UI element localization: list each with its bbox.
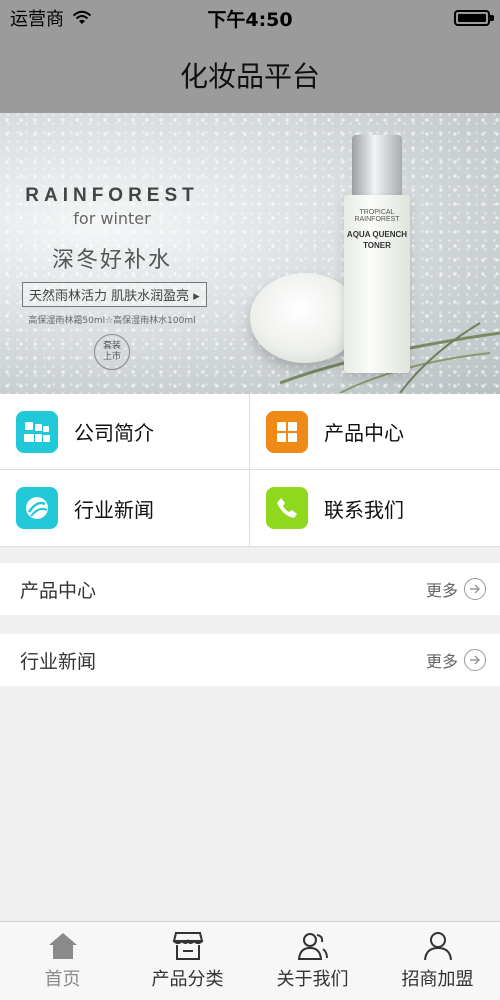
bottle-label-main: AQUA QUENCH TONER: [346, 230, 408, 250]
banner-slogan: 深冬好补水: [51, 248, 172, 273]
menu-item-company[interactable]: 公司简介: [0, 394, 250, 470]
home-icon: [48, 933, 77, 959]
tab-categories[interactable]: 产品分类: [125, 922, 250, 1000]
store-icon: [172, 932, 203, 960]
phone-icon: [266, 487, 308, 529]
tab-home[interactable]: 首页: [0, 922, 125, 1000]
menu-item-news[interactable]: 行业新闻: [0, 470, 250, 546]
tab-bar: 首页 产品分类 关于我们 招商加盟: [0, 921, 500, 1000]
menu-item-products[interactable]: 产品中心: [250, 394, 500, 470]
section-products-title: 产品中心: [20, 579, 97, 602]
tab-about-label: 关于我们: [276, 969, 349, 990]
banner-brand: RAINFOREST: [25, 185, 199, 206]
banner-fineprint: 高保湿雨林霜50ml☆高保湿雨林水100ml: [28, 316, 196, 326]
menu-item-company-label: 公司简介: [74, 421, 154, 445]
carrier-label: 运营商: [10, 9, 64, 30]
section-news-more[interactable]: 更多: [426, 648, 486, 672]
tab-categories-label: 产品分类: [151, 969, 224, 990]
promo-banner[interactable]: RAINFOREST for winter 深冬好补水 天然雨林活力 肌肤水润盈…: [0, 113, 500, 394]
banner-text: RAINFOREST for winter 深冬好补水 天然雨林活力 肌肤水润盈…: [22, 185, 207, 370]
tab-join-label: 招商加盟: [401, 969, 474, 990]
banner-brand-sub: for winter: [73, 209, 151, 228]
banner-badge: 套装 上市: [94, 334, 130, 370]
tab-join[interactable]: 招商加盟: [375, 922, 500, 1000]
battery-icon: [454, 10, 494, 26]
user-icon: [423, 932, 452, 961]
news-icon: [16, 487, 58, 529]
page-title: 化妆品平台: [179, 59, 320, 93]
more-label: 更多: [425, 581, 458, 600]
menu-item-contact-label: 联系我们: [324, 497, 404, 522]
badge-line2: 上市: [102, 352, 121, 362]
section-news-header: 行业新闻 更多: [0, 634, 500, 686]
section-news-title: 行业新闻: [20, 650, 97, 673]
menu-item-news-label: 行业新闻: [74, 497, 154, 522]
status-bar: 运营商 下午4:50: [0, 0, 500, 36]
section-products-more[interactable]: 更多: [426, 577, 486, 601]
banner-tagline: 天然雨林活力 肌肤水润盈亮 ▸: [22, 282, 207, 307]
arrow-right-icon: [464, 578, 486, 600]
grid-icon: [266, 410, 308, 453]
menu-item-contact[interactable]: 联系我们: [250, 470, 500, 546]
navigation-bar: 化妆品平台: [0, 36, 500, 113]
menu-grid: 公司简介 产品中心 行业新闻 联系我们: [0, 394, 500, 547]
wifi-icon: [72, 10, 92, 26]
more-label: 更多: [425, 652, 458, 671]
company-icon: [16, 410, 58, 453]
bottle-label-top: TROPICAL RAINFOREST: [354, 209, 400, 223]
toner-bottle-image: TROPICAL RAINFOREST AQUA QUENCH TONER: [344, 135, 410, 375]
badge-line1: 套装: [102, 341, 121, 351]
people-icon: [297, 933, 328, 960]
menu-item-products-label: 产品中心: [324, 421, 404, 445]
tab-about[interactable]: 关于我们: [250, 922, 375, 1000]
status-time: 下午4:50: [207, 8, 293, 31]
status-left: 运营商: [10, 5, 92, 31]
section-products-header: 产品中心 更多: [0, 563, 500, 615]
tab-home-label: 首页: [44, 969, 81, 990]
arrow-right-icon: [464, 649, 486, 671]
